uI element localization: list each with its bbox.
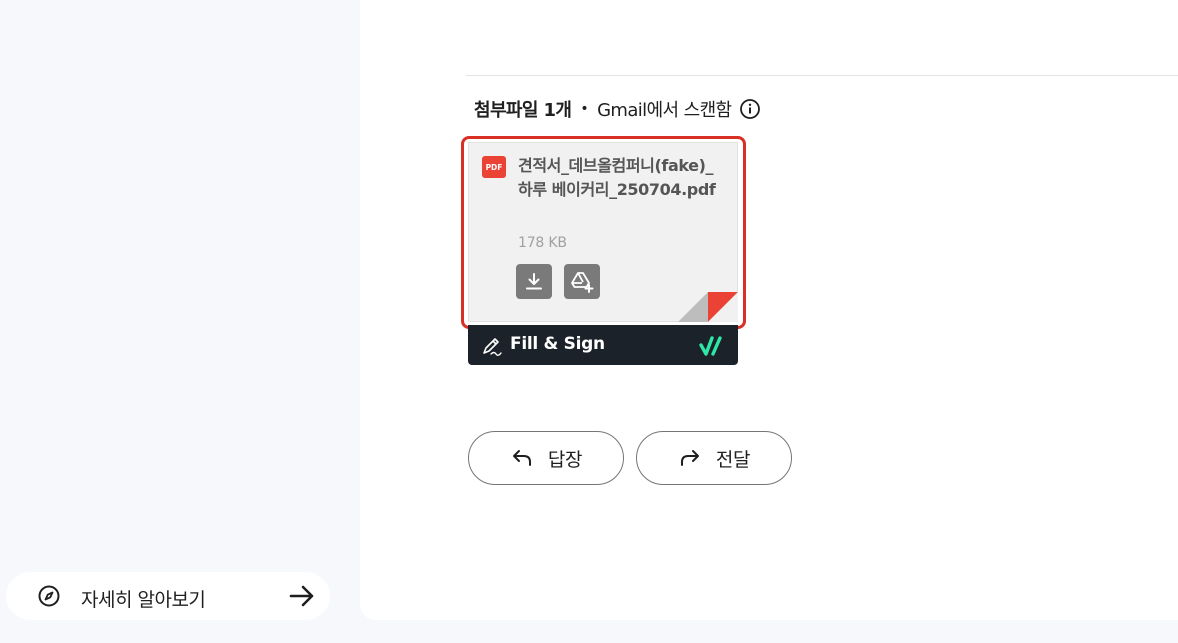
info-icon[interactable] xyxy=(739,98,761,120)
forward-label: 전달 xyxy=(715,448,751,471)
arrow-right-icon xyxy=(289,585,314,607)
add-to-drive-button[interactable] xyxy=(564,264,600,299)
fill-sign-label: Fill & Sign xyxy=(510,334,605,354)
forward-icon xyxy=(680,450,699,466)
download-icon xyxy=(526,272,542,289)
pen-sign-icon xyxy=(483,338,502,356)
add-to-drive-icon xyxy=(571,271,594,293)
forward-button[interactable]: 전달 xyxy=(636,431,792,485)
learn-more-button[interactable]: 자세히 알아보기 xyxy=(6,572,330,620)
learn-more-label: 자세히 알아보기 xyxy=(81,589,206,611)
reply-icon xyxy=(512,450,531,466)
fill-sign-bar[interactable]: Fill & Sign xyxy=(468,325,738,365)
reply-button[interactable]: 답장 xyxy=(468,431,624,485)
pdf-icon: PDF xyxy=(482,156,506,178)
attachment-size: 178 KB xyxy=(518,235,567,251)
compass-icon xyxy=(38,585,60,607)
page-curl-icon xyxy=(678,292,738,322)
divider xyxy=(466,75,1178,76)
reply-label: 답장 xyxy=(547,448,583,471)
attachment-count: 첨부파일 1개 xyxy=(474,100,572,121)
scan-status: Gmail에서 스캔함 xyxy=(597,100,732,121)
download-button[interactable] xyxy=(516,264,552,299)
separator: • xyxy=(580,101,589,117)
attachments-header: 첨부파일 1개 • Gmail에서 스캔함 xyxy=(474,96,761,122)
attachment-filename: 견적서_데브올컴퍼니(fake)_하루 베이커리_250704.pdf xyxy=(518,156,716,199)
fill-sign-logo-icon xyxy=(699,336,722,356)
left-panel: 자세히 알아보기 xyxy=(0,0,360,643)
